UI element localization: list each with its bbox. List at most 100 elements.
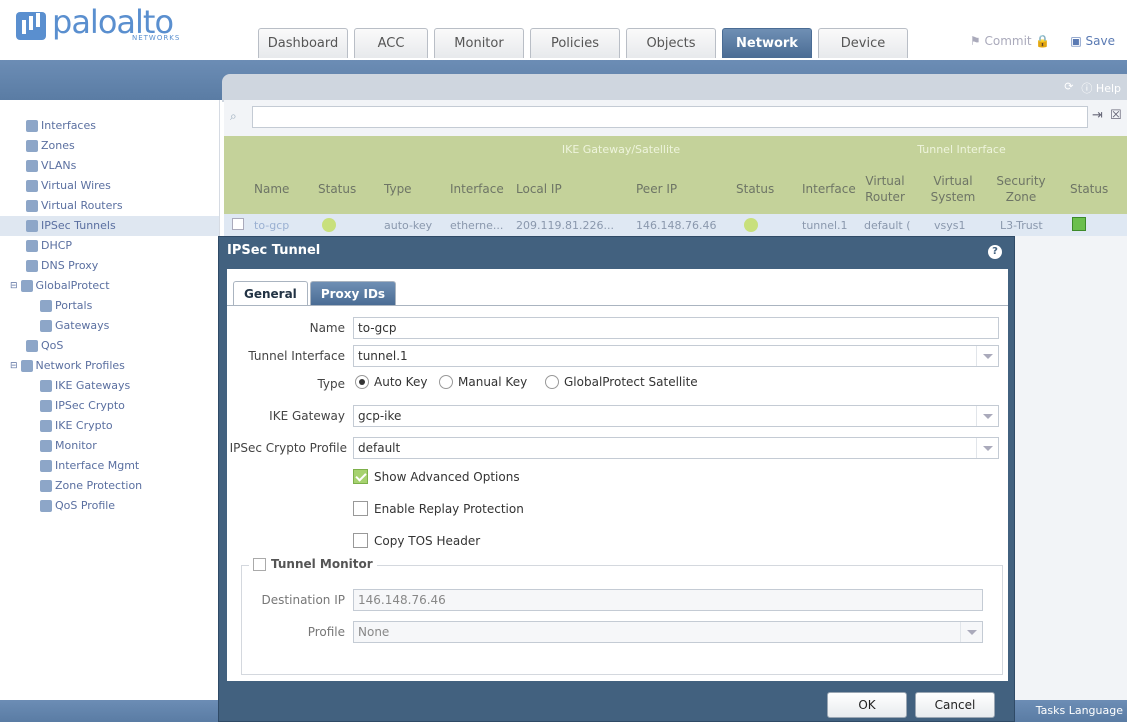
row-name[interactable]: to-gcp: [254, 219, 289, 232]
col-type[interactable]: Type: [384, 164, 412, 214]
crypto-profile-select[interactable]: default: [353, 437, 999, 459]
checkbox-label: Enable Replay Protection: [374, 501, 524, 516]
zone-protection-icon: [40, 480, 52, 492]
col-name[interactable]: Name: [254, 164, 289, 214]
qos-profile-icon: [40, 500, 52, 512]
status-icon: [322, 218, 336, 232]
apply-filter-icon[interactable]: ⇥: [1092, 108, 1103, 123]
chevron-down-icon[interactable]: [976, 438, 998, 458]
sidebar-item-ipsec-crypto[interactable]: IPSec Crypto: [0, 396, 219, 416]
save-button[interactable]: ▣ Save: [1070, 34, 1115, 48]
tab-objects[interactable]: Objects: [626, 28, 716, 58]
profile-value: None: [358, 625, 390, 639]
collapse-icon[interactable]: ⊟: [10, 276, 18, 296]
table-row[interactable]: to-gcp auto-key etherne... 209.119.81.22…: [224, 214, 1127, 236]
col-status[interactable]: Status: [318, 164, 356, 214]
col-virtual-system[interactable]: Virtual System: [928, 164, 978, 214]
sidebar-item-qos-profile[interactable]: QoS Profile: [0, 496, 219, 516]
checkbox-label: Show Advanced Options: [374, 469, 520, 484]
chevron-down-icon[interactable]: [960, 622, 982, 642]
clear-filter-icon[interactable]: ☒: [1110, 108, 1122, 123]
ok-button[interactable]: OK: [827, 692, 907, 718]
type-label: Type: [317, 377, 345, 391]
chevron-down-icon[interactable]: [976, 406, 998, 426]
radio-manual-key[interactable]: Manual Key: [439, 375, 527, 389]
row-checkbox[interactable]: [232, 218, 244, 230]
tab-proxy-ids[interactable]: Proxy IDs: [309, 281, 397, 305]
sidebar-item-ipsec-tunnels[interactable]: IPSec Tunnels: [0, 216, 219, 236]
show-advanced-checkbox[interactable]: Show Advanced Options: [353, 469, 520, 484]
filter-input[interactable]: [252, 106, 1088, 128]
col-local-ip[interactable]: Local IP: [516, 164, 562, 214]
globalprotect-icon: [20, 280, 33, 292]
sidebar-item-ike-gateways[interactable]: IKE Gateways: [0, 376, 219, 396]
col-virtual-router[interactable]: Virtual Router: [860, 164, 910, 214]
tab-dashboard[interactable]: Dashboard: [258, 28, 348, 58]
search-icon: ⌕: [230, 109, 237, 123]
tasks-link[interactable]: Tasks: [1036, 704, 1065, 717]
tab-general[interactable]: General: [233, 281, 308, 305]
language-link[interactable]: Language: [1069, 704, 1123, 717]
cancel-button[interactable]: Cancel: [915, 692, 995, 718]
col-interface[interactable]: Interface: [450, 164, 504, 214]
col-tunnel-interface[interactable]: Interface: [802, 164, 856, 214]
sidebar-item-zones[interactable]: Zones: [0, 136, 219, 156]
copy-tos-checkbox[interactable]: Copy TOS Header: [353, 533, 480, 548]
ike-gateways-icon: [40, 380, 52, 392]
col-ike-status[interactable]: Status: [736, 164, 774, 214]
help-icon[interactable]: ?: [988, 245, 1002, 259]
sidebar-item-interface-mgmt[interactable]: Interface Mgmt: [0, 456, 219, 476]
help-button[interactable]: ⓘ Help: [1081, 80, 1121, 96]
sidebar-item-dns-proxy[interactable]: DNS Proxy: [0, 256, 219, 276]
col-security-zone[interactable]: Security Zone: [996, 164, 1046, 214]
sidebar-item-zone-protection[interactable]: Zone Protection: [0, 476, 219, 496]
tab-policies[interactable]: Policies: [530, 28, 620, 58]
save-label: Save: [1085, 34, 1115, 48]
tab-monitor[interactable]: Monitor: [434, 28, 524, 58]
sidebar-item-vlans[interactable]: VLANs: [0, 156, 219, 176]
tab-acc[interactable]: ACC: [354, 28, 428, 58]
tab-device[interactable]: Device: [818, 28, 908, 58]
sidebar-item-monitor[interactable]: Monitor: [0, 436, 219, 456]
main-tabs: Dashboard ACC Monitor Policies Objects N…: [258, 28, 914, 58]
tunnel-interface-select[interactable]: tunnel.1: [353, 345, 999, 367]
sidebar-item-qos[interactable]: QoS: [0, 336, 219, 356]
sidebar-item-virtual-wires[interactable]: Virtual Wires: [0, 176, 219, 196]
sidebar-item-label: Interface Mgmt: [55, 459, 140, 472]
collapse-icon[interactable]: ⊟: [10, 356, 18, 376]
ipsec-tunnel-dialog: IPSec Tunnel ? General Proxy IDs Name to…: [218, 236, 1015, 722]
sidebar-item-network-profiles[interactable]: ⊟ Network Profiles: [0, 356, 219, 376]
sidebar-item-interfaces[interactable]: Interfaces: [0, 116, 219, 136]
sidebar-item-dhcp[interactable]: DHCP: [0, 236, 219, 256]
radio-icon: [545, 375, 559, 389]
sidebar-item-ike-crypto[interactable]: IKE Crypto: [0, 416, 219, 436]
refresh-icon[interactable]: ⟳: [1064, 80, 1073, 96]
checkbox-label: Copy TOS Header: [374, 533, 481, 548]
col-peer-ip[interactable]: Peer IP: [636, 164, 677, 214]
sidebar-item-portals[interactable]: Portals: [0, 296, 219, 316]
col-tunnel-status[interactable]: Status: [1070, 164, 1108, 214]
sidebar-item-globalprotect[interactable]: ⊟ GlobalProtect: [0, 276, 219, 296]
destination-ip-field[interactable]: 146.148.76.46: [353, 589, 983, 611]
radio-label: Auto Key: [374, 375, 428, 389]
radio-auto-key[interactable]: Auto Key: [355, 375, 427, 389]
chevron-down-icon[interactable]: [976, 346, 998, 366]
virtual-wires-icon: [26, 180, 38, 192]
dhcp-icon: [26, 240, 38, 252]
profile-select[interactable]: None: [353, 621, 983, 643]
logo-icon: [16, 12, 46, 40]
replay-protection-checkbox[interactable]: Enable Replay Protection: [353, 501, 524, 516]
ike-gateway-select[interactable]: gcp-ike: [353, 405, 999, 427]
tunnel-monitor-checkbox[interactable]: Tunnel Monitor: [249, 557, 377, 571]
sidebar-item-label: Virtual Wires: [41, 179, 111, 192]
tab-network[interactable]: Network: [722, 28, 812, 58]
commit-button[interactable]: ⚑ Commit 🔒: [970, 34, 1050, 48]
radio-label: GlobalProtect Satellite: [564, 375, 698, 389]
name-field[interactable]: to-gcp: [353, 317, 999, 339]
radio-icon: [439, 375, 453, 389]
row-local-ip: 209.119.81.226...: [516, 218, 614, 232]
sidebar-item-virtual-routers[interactable]: Virtual Routers: [0, 196, 219, 216]
sidebar-item-gateways[interactable]: Gateways: [0, 316, 219, 336]
radio-globalprotect-satellite[interactable]: GlobalProtect Satellite: [545, 375, 698, 389]
qos-icon: [26, 340, 38, 352]
